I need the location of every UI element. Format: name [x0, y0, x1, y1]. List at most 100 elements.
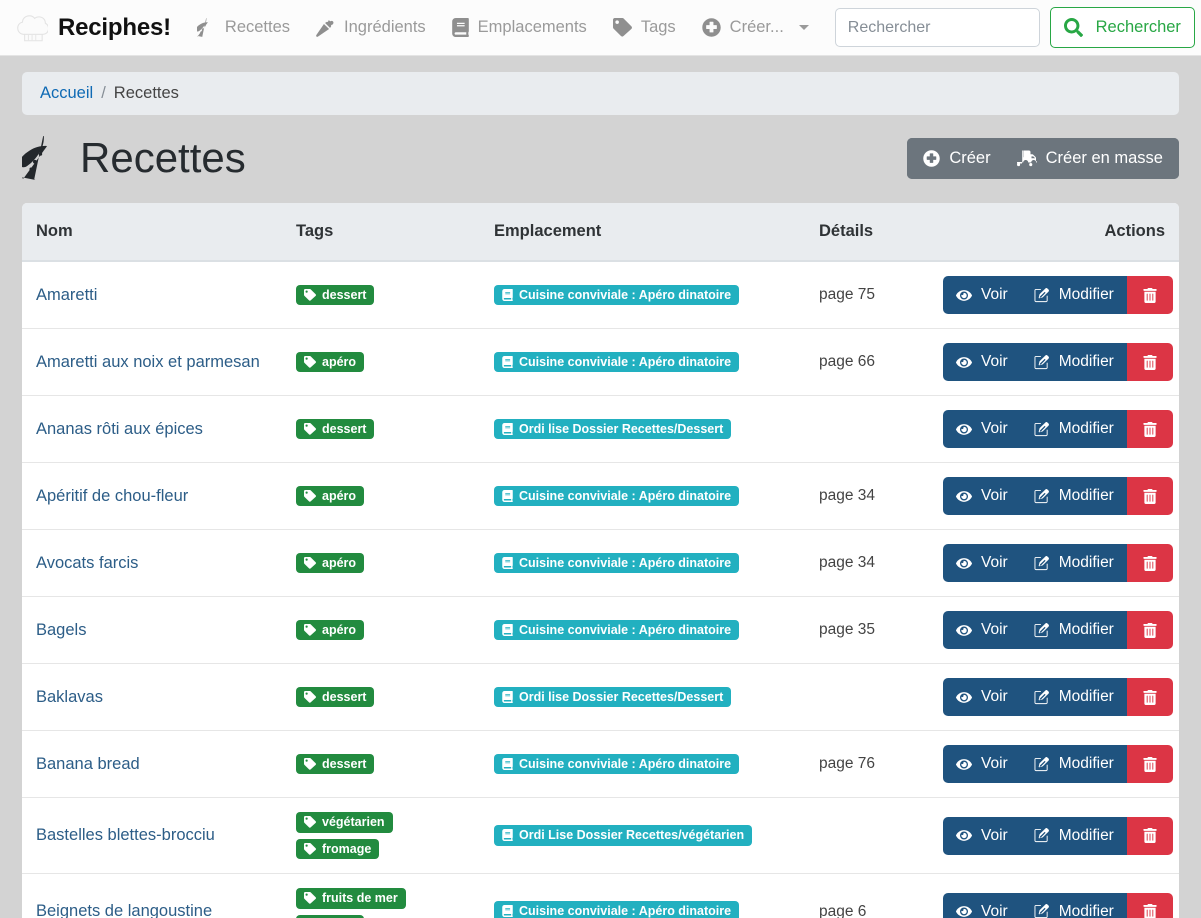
recipe-name-link[interactable]: Amaretti aux noix et parmesan: [36, 353, 260, 371]
location-badge[interactable]: Cuisine conviviale : Apéro dinatoire: [494, 753, 740, 775]
cell-nom: Banana bread: [22, 730, 282, 799]
tag-badge[interactable]: dessert: [296, 753, 375, 775]
delete-button[interactable]: [1126, 611, 1173, 650]
delete-button[interactable]: [1126, 678, 1173, 717]
bulk-create-button[interactable]: Créer en masse: [1006, 137, 1179, 179]
delete-button[interactable]: [1126, 544, 1173, 583]
breadcrumb-home[interactable]: Accueil: [40, 84, 93, 103]
cell-actions: Voir Modifier: [929, 797, 1179, 875]
location-badge[interactable]: Ordi lise Dossier Recettes/Dessert: [494, 686, 732, 708]
recipe-name-link[interactable]: Beignets de langoustine: [36, 902, 212, 918]
cell-nom: Bagels: [22, 596, 282, 665]
brand-link[interactable]: Reciphes!: [14, 11, 171, 45]
cell-actions: Voir Modifier: [929, 596, 1179, 665]
recipe-name-link[interactable]: Ananas rôti aux épices: [36, 420, 203, 438]
recipe-name-link[interactable]: Avocats farcis: [36, 554, 138, 572]
edit-button[interactable]: Modifier: [1020, 544, 1127, 583]
edit-button[interactable]: Modifier: [1020, 892, 1127, 918]
pencil-square-icon: [1034, 828, 1050, 843]
trash-icon: [1142, 623, 1158, 638]
view-button[interactable]: Voir: [943, 276, 1021, 315]
nav-item-recettes[interactable]: Recettes: [196, 18, 302, 37]
cell-tags: dessert: [282, 663, 480, 732]
column-header-details[interactable]: Détails: [805, 203, 929, 263]
create-button[interactable]: Créer: [907, 137, 1007, 179]
view-button[interactable]: Voir: [943, 410, 1021, 449]
view-button[interactable]: Voir: [943, 611, 1021, 650]
table-row: Apéritif de chou-fleur apéro Cuisine convi…: [22, 462, 1179, 531]
recipe-name-link[interactable]: Baklavas: [36, 688, 103, 706]
tag-badge[interactable]: végétarien: [296, 812, 393, 833]
edit-button[interactable]: Modifier: [1020, 343, 1127, 382]
delete-button[interactable]: [1126, 276, 1173, 315]
tag-badge[interactable]: apéro: [296, 619, 365, 641]
location-badge[interactable]: Cuisine conviviale : Apéro dinatoire: [494, 284, 740, 306]
edit-button[interactable]: Modifier: [1020, 410, 1127, 449]
column-header-tags[interactable]: Tags: [282, 203, 480, 263]
tag-badge[interactable]: dessert: [296, 284, 375, 306]
view-button[interactable]: Voir: [943, 745, 1021, 784]
nav-item-creer-dropdown[interactable]: Créer...: [701, 18, 821, 37]
recipe-name-link[interactable]: Banana bread: [36, 755, 140, 773]
table-row: Avocats farcis apéro Cuisine conviviale : …: [22, 529, 1179, 598]
location-badge[interactable]: Cuisine conviviale : Apéro dinatoire: [494, 619, 740, 641]
recipe-name-link[interactable]: Amaretti: [36, 286, 97, 304]
cell-details: page 34: [805, 529, 929, 598]
delete-button[interactable]: [1126, 410, 1173, 449]
table-head: Nom Tags Emplacement Détails Actions: [22, 203, 1179, 263]
delete-button[interactable]: [1126, 745, 1173, 784]
tag-badge[interactable]: apéro: [296, 552, 365, 574]
view-button[interactable]: Voir: [943, 477, 1021, 516]
location-badge[interactable]: Cuisine conviviale : Apéro dinatoire: [494, 485, 740, 507]
delete-button[interactable]: [1126, 343, 1173, 382]
book-icon: [502, 289, 513, 301]
edit-button[interactable]: Modifier: [1020, 816, 1127, 855]
cell-actions: Voir Modifier: [929, 529, 1179, 598]
location-badge-label: Ordi Lise Dossier Recettes/végétarien: [519, 828, 745, 843]
tag-badge[interactable]: fruits de mer: [296, 888, 406, 909]
nav-item-tags[interactable]: Tags: [612, 18, 688, 37]
cell-tags: apéro: [282, 596, 480, 665]
location-badge[interactable]: Ordi lise Dossier Recettes/Dessert: [494, 418, 732, 440]
location-badge[interactable]: Ordi Lise Dossier Recettes/végétarien: [494, 825, 753, 846]
edit-button[interactable]: Modifier: [1020, 745, 1127, 784]
delete-button[interactable]: [1126, 816, 1173, 855]
search-button[interactable]: Rechercher: [1049, 7, 1195, 48]
location-badge[interactable]: Cuisine conviviale : Apéro dinatoire: [494, 901, 740, 918]
eye-icon: [956, 904, 972, 918]
location-badge[interactable]: Cuisine conviviale : Apéro dinatoire: [494, 351, 740, 373]
recipe-name-link[interactable]: Apéritif de chou-fleur: [36, 487, 188, 505]
delete-button[interactable]: [1126, 477, 1173, 516]
view-button[interactable]: Voir: [943, 678, 1021, 717]
row-action-group: Voir Modifier: [943, 276, 1173, 315]
edit-button[interactable]: Modifier: [1020, 611, 1127, 650]
column-header-nom[interactable]: Nom: [22, 203, 282, 263]
eye-icon: [956, 757, 972, 772]
tag-icon: [304, 490, 316, 502]
tag-badge[interactable]: fromage: [296, 838, 380, 860]
view-button[interactable]: Voir: [943, 892, 1021, 918]
cell-emplacement: Ordi Lise Dossier Recettes/végétarien: [480, 797, 805, 875]
view-button[interactable]: Voir: [943, 544, 1021, 583]
nav-item-emplacements[interactable]: Emplacements: [451, 18, 599, 37]
delete-button[interactable]: [1126, 892, 1173, 918]
view-button[interactable]: Voir: [943, 816, 1021, 855]
edit-button-label: Modifier: [1058, 826, 1114, 844]
location-badge[interactable]: Cuisine conviviale : Apéro dinatoire: [494, 552, 740, 574]
edit-button[interactable]: Modifier: [1020, 276, 1127, 315]
nav-item-ingredients[interactable]: Ingrédients: [316, 18, 438, 37]
recipe-name-link[interactable]: Bagels: [36, 621, 86, 639]
plus-circle-icon: [923, 149, 941, 167]
column-header-emplacement[interactable]: Emplacement: [480, 203, 805, 263]
tag-badge[interactable]: apéro: [296, 351, 365, 373]
edit-button[interactable]: Modifier: [1020, 678, 1127, 717]
view-button[interactable]: Voir: [943, 343, 1021, 382]
tag-icon: [612, 18, 632, 37]
view-button-label: Voir: [981, 353, 1008, 371]
recipe-name-link[interactable]: Bastelles blettes-brocciu: [36, 826, 215, 844]
tag-badge[interactable]: dessert: [296, 418, 375, 440]
tag-badge[interactable]: dessert: [296, 686, 375, 708]
search-input[interactable]: [834, 8, 1040, 47]
edit-button[interactable]: Modifier: [1020, 477, 1127, 516]
tag-badge[interactable]: apéro: [296, 485, 365, 507]
